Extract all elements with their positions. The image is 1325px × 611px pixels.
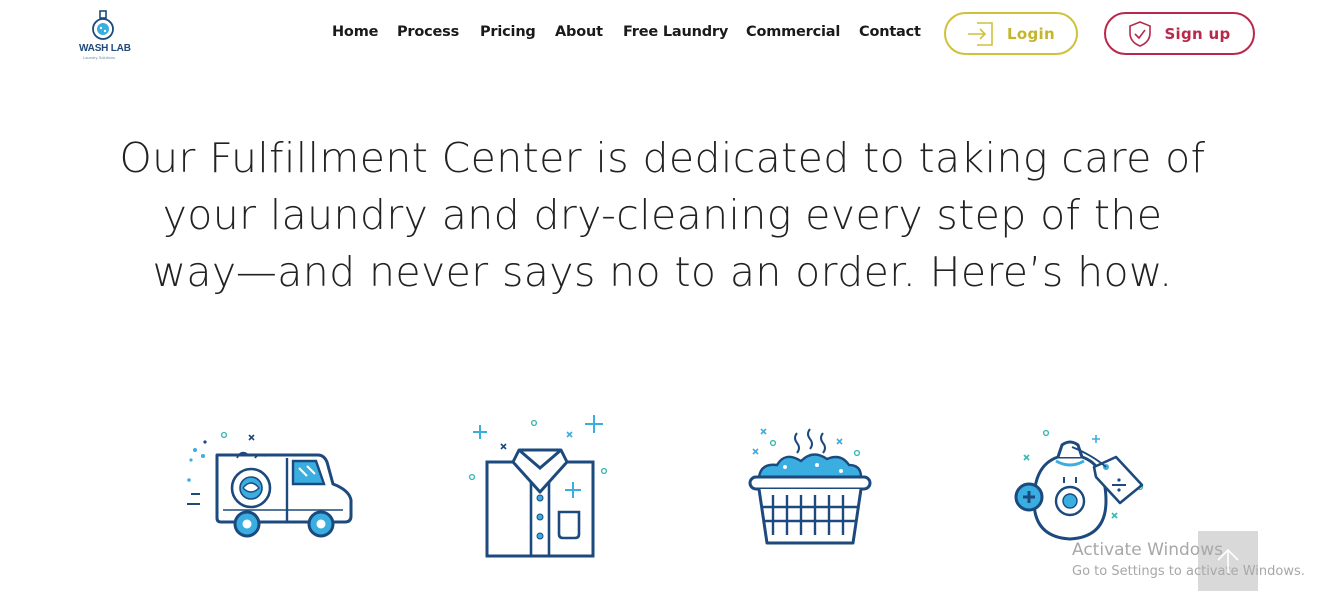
nav-process[interactable]: Process <box>397 24 459 40</box>
login-icon <box>967 21 995 47</box>
shield-check-icon <box>1128 20 1152 48</box>
nav-commercial[interactable]: Commercial <box>746 24 840 40</box>
login-button[interactable]: Login <box>944 12 1078 55</box>
wash-lab-logo[interactable]: WASH LAB Laundry Solutions <box>77 10 131 60</box>
logo-tagline: Laundry Solutions <box>83 55 116 60</box>
hero-line: Our Fulfillment Center is dedicated to t… <box>119 134 1206 182</box>
nav-contact[interactable]: Contact <box>859 24 921 40</box>
laundry-basket-icon <box>745 425 875 554</box>
delivery-van-icon <box>183 428 358 547</box>
flask-logo-icon <box>92 10 114 40</box>
nav-pricing[interactable]: Pricing <box>480 24 536 40</box>
hero-heading: Our Fulfillment Center is dedicated to t… <box>0 130 1325 301</box>
watermark-title: Activate Windows <box>1072 540 1223 560</box>
activate-windows-watermark: Activate Windows Go to Settings to activ… <box>1072 540 1305 579</box>
watermark-subtitle: Go to Settings to activate Windows. <box>1072 564 1305 579</box>
signup-button[interactable]: Sign up <box>1104 12 1255 55</box>
arrow-up-icon <box>1217 548 1239 573</box>
hero-line: your laundry and dry-cleaning every step… <box>162 191 1163 239</box>
folded-shirt-icon <box>465 410 615 566</box>
site-header: WASH LAB Laundry Solutions Home Process … <box>0 0 1325 68</box>
login-label: Login <box>1007 24 1055 43</box>
signup-label: Sign up <box>1164 24 1231 43</box>
scroll-to-top-button[interactable] <box>1198 531 1258 591</box>
nav-about[interactable]: About <box>555 24 603 40</box>
laundry-bag-price-tag-icon <box>1012 425 1152 554</box>
nav-home[interactable]: Home <box>332 24 378 40</box>
logo-wordmark: WASH LAB <box>79 43 131 54</box>
hero-line: way—and never says no to an order. Here’… <box>152 248 1173 296</box>
nav-free-laundry[interactable]: Free Laundry <box>623 24 728 40</box>
